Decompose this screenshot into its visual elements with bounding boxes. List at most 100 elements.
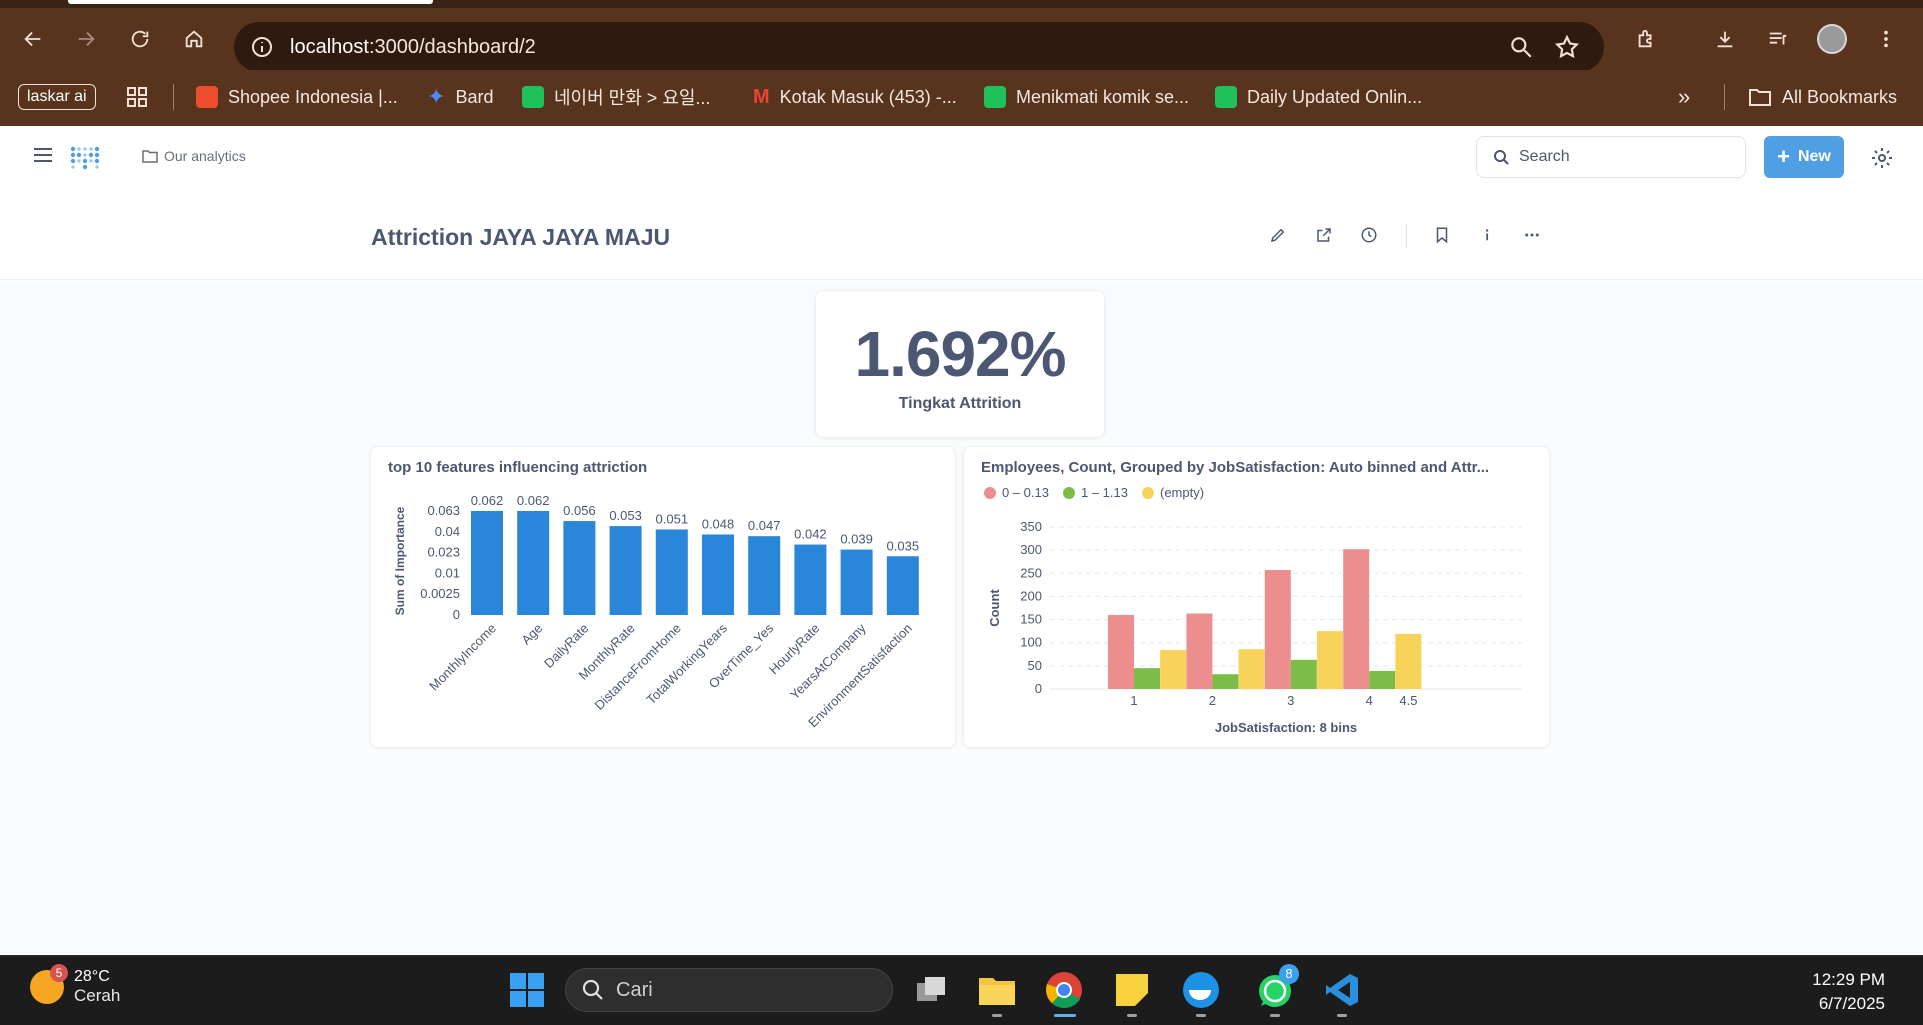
running-indicator xyxy=(992,1014,1002,1017)
y-axis-label: Sum of Importance xyxy=(393,506,407,615)
home-icon[interactable] xyxy=(176,21,212,57)
data-label: 0.047 xyxy=(748,518,781,533)
kpi-card[interactable]: 1.692% Tingkat Attrition xyxy=(815,290,1105,438)
forward-icon[interactable] xyxy=(68,21,104,57)
whatsapp-icon[interactable]: 8 xyxy=(1255,964,1299,1010)
y-tick-label: 0 xyxy=(1035,681,1042,696)
tab-strip xyxy=(0,0,1923,8)
bookmark-daily[interactable]: Daily Updated Onlin... xyxy=(1215,80,1422,114)
docker-icon[interactable] xyxy=(1181,970,1221,1010)
bar xyxy=(1343,549,1370,689)
bookmark-bard[interactable]: ✦ Bard xyxy=(427,80,493,114)
file-explorer-icon[interactable] xyxy=(977,970,1017,1010)
download-icon[interactable] xyxy=(1707,21,1743,57)
site-info-icon[interactable] xyxy=(250,35,274,59)
x-tick-label: 1 xyxy=(1130,693,1137,708)
data-label: 0.048 xyxy=(702,516,735,531)
data-label: 0.056 xyxy=(563,503,596,518)
chrome-icon[interactable] xyxy=(1044,970,1084,1010)
more-options-icon[interactable] xyxy=(1519,222,1545,248)
share-icon[interactable] xyxy=(1311,222,1337,248)
metabase-logo[interactable] xyxy=(68,140,102,174)
bar xyxy=(1395,633,1422,689)
system-clock[interactable]: 12:29 PM 6/7/2025 xyxy=(1812,968,1885,1016)
x-tick-label: Age xyxy=(518,621,545,648)
folder-icon xyxy=(142,150,158,163)
vscode-icon[interactable] xyxy=(1322,970,1362,1010)
bar xyxy=(1317,631,1343,689)
bookmark-shopee[interactable]: Shopee Indonesia |... xyxy=(196,80,398,114)
y-tick-label: 200 xyxy=(1020,588,1042,603)
bookmark-laskar-ai[interactable]: laskar ai xyxy=(18,80,96,114)
y-tick-label: 150 xyxy=(1020,612,1042,627)
action-separator xyxy=(1406,224,1407,248)
data-label: 0.042 xyxy=(794,527,827,542)
y-axis-label: Count xyxy=(987,589,1002,627)
active-tab-indicator[interactable] xyxy=(68,0,433,4)
y-tick-label: 0.01 xyxy=(435,565,460,580)
task-view-icon[interactable] xyxy=(912,970,952,1010)
jobsatisfaction-chart: Count 0 50 100 150 200 250 300 350 1 2 3 4 4.5 JobSati… xyxy=(987,519,1522,735)
x-tick-label: 4.5 xyxy=(1399,693,1417,708)
new-button[interactable]: + New xyxy=(1764,136,1844,178)
bookmark-komik[interactable]: Menikmati komik se... xyxy=(984,80,1189,114)
back-icon[interactable] xyxy=(15,21,51,57)
reload-icon[interactable] xyxy=(122,21,158,57)
bookmark-naver[interactable]: 네이버 만화 > 요일... xyxy=(522,80,710,114)
x-tick-label: DistanceFromHome xyxy=(592,621,684,713)
bar xyxy=(840,549,873,615)
data-label: 0.051 xyxy=(656,511,689,526)
bar xyxy=(1238,649,1265,689)
kpi-value: 1.692% xyxy=(854,318,1066,390)
search-input[interactable]: Search xyxy=(1476,136,1746,178)
all-bookmarks[interactable]: All Bookmarks xyxy=(1748,80,1897,114)
address-bar[interactable]: localhost:3000/dashboard/2 xyxy=(234,22,1604,72)
data-label: 0.062 xyxy=(517,493,550,508)
x-tick-label: 4 xyxy=(1366,693,1373,708)
more-bookmarks-icon[interactable]: » xyxy=(1678,80,1690,114)
bar xyxy=(1212,674,1239,689)
gear-icon[interactable] xyxy=(1870,146,1894,170)
taskbar-search[interactable]: Cari xyxy=(565,968,893,1012)
weather-widget[interactable]: 5 28°C Cerah xyxy=(30,964,120,1006)
notification-badge: 8 xyxy=(1279,964,1299,984)
features-chart-card[interactable]: top 10 features influencing attriction S… xyxy=(370,446,956,748)
data-label: 0.062 xyxy=(471,493,504,508)
history-clock-icon[interactable] xyxy=(1356,222,1382,248)
zoom-icon[interactable] xyxy=(1508,34,1534,60)
bookmark-icon[interactable] xyxy=(1429,222,1455,248)
extensions-icon[interactable] xyxy=(1628,21,1664,57)
bar xyxy=(1264,570,1291,689)
windows-start-icon[interactable] xyxy=(507,970,547,1010)
x-tick-label: TotalWorkingYears xyxy=(643,620,730,707)
x-tick-label: 2 xyxy=(1209,693,1216,708)
browser-toolbar: localhost:3000/dashboard/2 xyxy=(0,8,1923,72)
y-tick-label: 250 xyxy=(1020,565,1042,580)
edit-pencil-icon[interactable] xyxy=(1265,222,1291,248)
url-text[interactable]: localhost:3000/dashboard/2 xyxy=(290,36,536,59)
collection-breadcrumb[interactable]: Our analytics xyxy=(142,148,246,164)
bar xyxy=(471,511,503,615)
page-title[interactable]: Attriction JAYA JAYA MAJU xyxy=(371,224,670,251)
webtoon-icon xyxy=(522,86,544,108)
hamburger-menu-icon[interactable] xyxy=(34,148,52,164)
bookmark-gmail[interactable]: M Kotak Masuk (453) -... xyxy=(753,80,957,114)
info-icon[interactable] xyxy=(1474,222,1500,248)
y-tick-label: 0.0025 xyxy=(420,586,460,601)
bar xyxy=(886,556,919,615)
profile-avatar[interactable] xyxy=(1814,21,1850,57)
y-tick-label: 0.023 xyxy=(427,545,460,560)
sticky-notes-icon[interactable] xyxy=(1112,970,1152,1010)
y-tick-label: 0 xyxy=(453,607,460,622)
bar xyxy=(1290,659,1317,689)
kpi-label: Tingkat Attrition xyxy=(898,395,1022,412)
media-queue-icon[interactable] xyxy=(1760,21,1796,57)
jobsatisfaction-chart-card[interactable]: Employees, Count, Grouped by JobSatisfac… xyxy=(963,446,1550,748)
apps-grid-icon[interactable] xyxy=(126,80,148,114)
bookmark-star-icon[interactable] xyxy=(1554,34,1580,60)
feature-importance-chart: Sum of Importance 0 0.0025 0.01 0.023 0.04 0.0… xyxy=(393,493,919,730)
shopee-icon xyxy=(196,86,218,108)
bar xyxy=(563,521,596,615)
menu-kebab-icon[interactable] xyxy=(1868,21,1904,57)
running-indicator xyxy=(1196,1014,1206,1017)
